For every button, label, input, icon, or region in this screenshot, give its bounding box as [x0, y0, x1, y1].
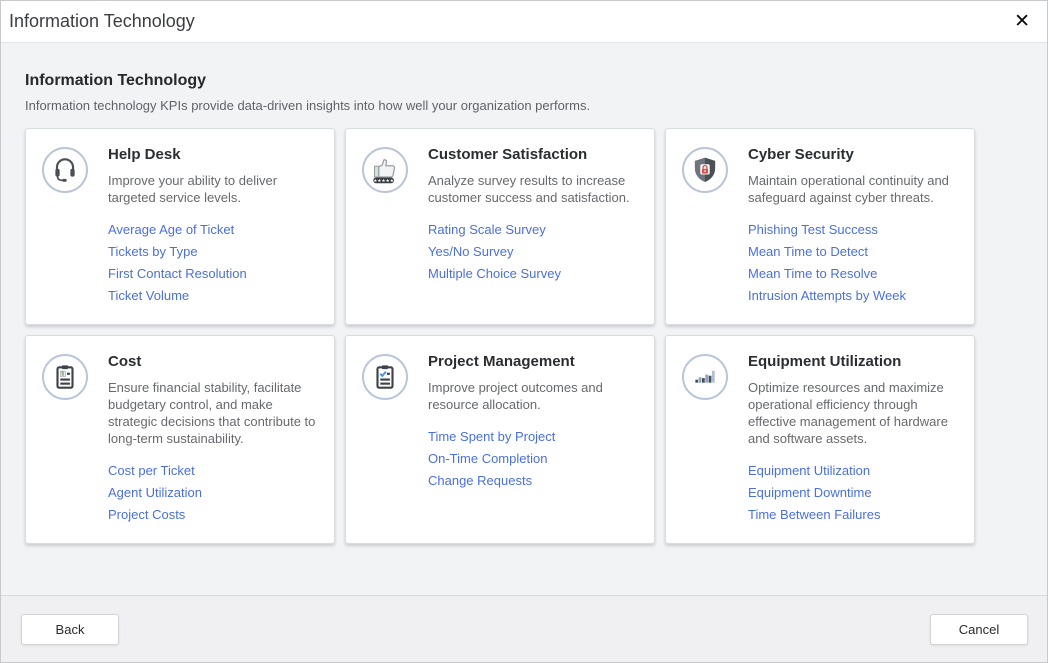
- card-links: Average Age of Ticket Tickets by Type Fi…: [108, 219, 318, 307]
- card-title: Cost: [108, 353, 318, 372]
- link-equipment-downtime[interactable]: Equipment Downtime: [748, 482, 958, 504]
- card-content: Cost Ensure financial stability, facilit…: [108, 353, 318, 526]
- card-help-desk: Help Desk Improve your ability to delive…: [25, 128, 335, 325]
- dialog-footer: Back Cancel: [1, 595, 1047, 662]
- card-title: Customer Satisfaction: [428, 146, 638, 165]
- card-content: Cyber Security Maintain operational cont…: [748, 146, 958, 307]
- card-links: Phishing Test Success Mean Time to Detec…: [748, 219, 958, 307]
- card-project-management: Project Management Improve project outco…: [345, 335, 655, 544]
- link-mean-time-to-resolve[interactable]: Mean Time to Resolve: [748, 263, 958, 285]
- svg-text:★★★★★: ★★★★★: [373, 178, 394, 183]
- link-on-time-completion[interactable]: On-Time Completion: [428, 448, 638, 470]
- card-links: Rating Scale Survey Yes/No Survey Multip…: [428, 219, 638, 285]
- link-intrusion-attempts-by-week[interactable]: Intrusion Attempts by Week: [748, 285, 958, 307]
- card-description: Analyze survey results to increase custo…: [428, 172, 638, 206]
- card-links: Equipment Utilization Equipment Downtime…: [748, 460, 958, 526]
- link-change-requests[interactable]: Change Requests: [428, 470, 638, 492]
- link-phishing-test-success[interactable]: Phishing Test Success: [748, 219, 958, 241]
- link-tickets-by-type[interactable]: Tickets by Type: [108, 241, 318, 263]
- link-equipment-utilization[interactable]: Equipment Utilization: [748, 460, 958, 482]
- link-ticket-volume[interactable]: Ticket Volume: [108, 285, 318, 307]
- link-first-contact-resolution[interactable]: First Contact Resolution: [108, 263, 318, 285]
- card-description: Optimize resources and maximize operatio…: [748, 379, 958, 447]
- link-mean-time-to-detect[interactable]: Mean Time to Detect: [748, 241, 958, 263]
- card-content: Project Management Improve project outco…: [428, 353, 638, 492]
- card-content: Customer Satisfaction Analyze survey res…: [428, 146, 638, 285]
- link-average-age-of-ticket[interactable]: Average Age of Ticket: [108, 219, 318, 241]
- svg-text:$: $: [61, 371, 64, 377]
- bar-chart-icon: [682, 354, 728, 400]
- kpi-cards-grid: Help Desk Improve your ability to delive…: [25, 128, 1023, 544]
- dialog-body: Information Technology Information techn…: [1, 43, 1047, 595]
- shield-lock-icon: [682, 147, 728, 193]
- card-description: Improve project outcomes and resource al…: [428, 379, 638, 413]
- card-title: Equipment Utilization: [748, 353, 958, 372]
- card-content: Equipment Utilization Optimize resources…: [748, 353, 958, 526]
- back-button[interactable]: Back: [21, 614, 119, 645]
- close-icon[interactable]: ✕: [1014, 12, 1030, 31]
- checklist-clipboard-icon: [362, 354, 408, 400]
- card-title: Cyber Security: [748, 146, 958, 165]
- card-links: Time Spent by Project On-Time Completion…: [428, 426, 638, 492]
- card-cost: $ Cost Ensure financial stability, facil…: [25, 335, 335, 544]
- card-customer-satisfaction: ★★★★★ Customer Satisfaction Analyze surv…: [345, 128, 655, 325]
- link-project-costs[interactable]: Project Costs: [108, 504, 318, 526]
- link-yes-no-survey[interactable]: Yes/No Survey: [428, 241, 638, 263]
- information-technology-dialog: Information Technology ✕ Information Tec…: [0, 0, 1048, 663]
- card-description: Improve your ability to deliver targeted…: [108, 172, 318, 206]
- card-cyber-security: Cyber Security Maintain operational cont…: [665, 128, 975, 325]
- link-agent-utilization[interactable]: Agent Utilization: [108, 482, 318, 504]
- section-title: Information Technology: [25, 72, 1023, 90]
- cancel-button[interactable]: Cancel: [930, 614, 1028, 645]
- link-cost-per-ticket[interactable]: Cost per Ticket: [108, 460, 318, 482]
- dollar-clipboard-icon: $: [42, 354, 88, 400]
- card-title: Help Desk: [108, 146, 318, 165]
- dialog-title: Information Technology: [9, 11, 195, 32]
- link-rating-scale-survey[interactable]: Rating Scale Survey: [428, 219, 638, 241]
- link-time-between-failures[interactable]: Time Between Failures: [748, 504, 958, 526]
- thumbs-up-rating-icon: ★★★★★: [362, 147, 408, 193]
- card-links: Cost per Ticket Agent Utilization Projec…: [108, 460, 318, 526]
- card-equipment-utilization: Equipment Utilization Optimize resources…: [665, 335, 975, 544]
- link-time-spent-by-project[interactable]: Time Spent by Project: [428, 426, 638, 448]
- card-content: Help Desk Improve your ability to delive…: [108, 146, 318, 307]
- headset-icon: [42, 147, 88, 193]
- link-multiple-choice-survey[interactable]: Multiple Choice Survey: [428, 263, 638, 285]
- card-title: Project Management: [428, 353, 638, 372]
- card-description: Ensure financial stability, facilitate b…: [108, 379, 318, 447]
- card-description: Maintain operational continuity and safe…: [748, 172, 958, 206]
- dialog-titlebar: Information Technology ✕: [1, 1, 1047, 43]
- section-subtitle: Information technology KPIs provide data…: [25, 98, 1023, 113]
